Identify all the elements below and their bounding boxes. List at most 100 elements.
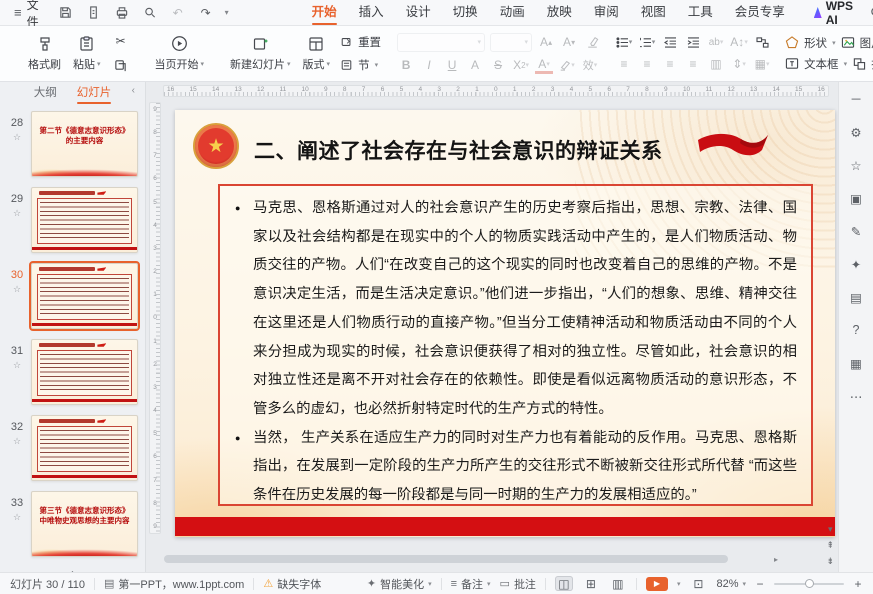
tab-会员专享[interactable]: 会员专享 bbox=[724, 0, 796, 25]
horizontal-scrollbar[interactable] bbox=[164, 555, 764, 563]
textbox-button[interactable]: 文本框▾ bbox=[785, 56, 847, 72]
template-icon[interactable]: ▦ bbox=[846, 354, 866, 372]
strikethrough-button[interactable]: S bbox=[489, 57, 507, 74]
tab-设计[interactable]: 设计 bbox=[395, 0, 442, 25]
zoom-slider-handle[interactable] bbox=[805, 579, 814, 588]
material-library-icon[interactable]: ▤ bbox=[846, 288, 866, 306]
shapes-button[interactable]: 形状▾ bbox=[785, 35, 836, 51]
picture-button[interactable]: 图片▾ bbox=[841, 35, 873, 51]
thumbnail-preview[interactable] bbox=[31, 415, 138, 481]
highlight-button[interactable]: ▾ bbox=[558, 57, 576, 74]
tab-工具[interactable]: 工具 bbox=[677, 0, 724, 25]
justify-button[interactable]: ≡ bbox=[684, 56, 702, 73]
clear-format-button[interactable] bbox=[583, 34, 601, 51]
scroll-down-icon[interactable]: ▾ bbox=[828, 524, 833, 535]
tab-放映[interactable]: 放映 bbox=[536, 0, 583, 25]
numbered-list-button[interactable]: ▾ bbox=[638, 34, 656, 51]
copy-button[interactable] bbox=[111, 57, 131, 74]
distribute-button[interactable]: ▥ bbox=[707, 56, 725, 73]
reading-view-button[interactable]: ▥ bbox=[609, 576, 627, 591]
slide-title[interactable]: 二、阐述了社会存在与社会意识的辩证关系 bbox=[254, 135, 663, 165]
zoom-level[interactable]: 82%▾ bbox=[716, 578, 746, 590]
vertical-ruler[interactable]: 9876543210123456789 bbox=[149, 102, 161, 534]
thumbnail-preview[interactable] bbox=[31, 187, 138, 253]
comment-button[interactable]: ▭批注 bbox=[500, 576, 536, 592]
tab-插入[interactable]: 插入 bbox=[348, 0, 395, 25]
text-effects-button[interactable]: 效▾ bbox=[581, 57, 599, 74]
font-color-button[interactable]: A▾ bbox=[535, 57, 553, 74]
more-icon[interactable]: ⋯ bbox=[846, 387, 866, 405]
print-button[interactable] bbox=[113, 4, 131, 22]
align-center-button[interactable]: ≡ bbox=[638, 56, 656, 73]
tab-开始[interactable]: 开始 bbox=[301, 0, 348, 25]
collapse-pane-icon[interactable]: ─ bbox=[846, 90, 866, 108]
redo-button[interactable]: ↷ bbox=[197, 4, 215, 22]
template-source[interactable]: ▤ 第一PPT，www.1ppt.com bbox=[104, 576, 244, 592]
slide-text-box[interactable]: 马克思、恩格斯通过对人的社会意识产生的历史考察后指出，思想、宗教、法律、国家以及… bbox=[218, 184, 813, 506]
wps-ai-button[interactable]: WPS AI bbox=[808, 0, 862, 27]
slide-thumbnail-32[interactable]: 32☆ bbox=[0, 412, 145, 488]
paste-button[interactable]: 粘贴▾ bbox=[67, 29, 107, 77]
bold-button[interactable]: B bbox=[397, 57, 415, 74]
scroll-right-icon[interactable]: ▸ bbox=[774, 555, 778, 564]
superscript-button[interactable]: X2▾ bbox=[512, 57, 530, 74]
thumbnail-preview[interactable] bbox=[31, 339, 138, 405]
text-direction-button[interactable]: ab▾ bbox=[707, 34, 725, 51]
slide-thumbnail-30[interactable]: 30☆ bbox=[0, 260, 145, 336]
slide-thumbnail-29[interactable]: 29☆ bbox=[0, 184, 145, 260]
font-family-select[interactable] bbox=[397, 33, 485, 52]
line-spacing-button[interactable]: ⇕▾ bbox=[730, 56, 748, 73]
section-button[interactable]: 节▾ bbox=[340, 57, 381, 73]
animation-icon[interactable]: ✎ bbox=[846, 222, 866, 240]
fit-slide-button[interactable]: ⊡ bbox=[689, 576, 707, 591]
scrollbar-thumb[interactable] bbox=[164, 555, 728, 563]
thumbnail-preview[interactable] bbox=[31, 263, 138, 329]
normal-view-button[interactable]: ◫ bbox=[555, 576, 573, 591]
convert-smartart-button[interactable] bbox=[753, 34, 771, 51]
tab-动画[interactable]: 动画 bbox=[489, 0, 536, 25]
undo-button[interactable]: ↶ bbox=[169, 4, 187, 22]
chevron-down-icon[interactable]: ▾ bbox=[677, 580, 681, 588]
character-spacing-button[interactable]: A bbox=[466, 57, 484, 74]
tab-slides[interactable]: 幻灯片 bbox=[77, 82, 112, 104]
tab-outline[interactable]: 大纲 bbox=[34, 82, 57, 104]
previous-slide-button[interactable]: ⇞ bbox=[826, 540, 834, 551]
increase-font-button[interactable]: A▴ bbox=[537, 34, 555, 51]
quick-access-more-icon[interactable]: ▾ bbox=[225, 8, 229, 17]
reset-button[interactable]: 重置 bbox=[340, 34, 381, 50]
smart-tools-icon[interactable]: ✦ bbox=[846, 255, 866, 273]
new-slide-button[interactable]: 新建幻灯片▾ bbox=[224, 29, 297, 77]
slideshow-play-button[interactable]: ▶ bbox=[646, 577, 668, 591]
thumbnail-preview[interactable]: 第二节《德意志意识形态》的主要内容 bbox=[31, 111, 138, 177]
help-icon[interactable]: ? bbox=[846, 321, 866, 339]
format-painter-button[interactable]: 格式刷 bbox=[22, 29, 67, 77]
print-preview-button[interactable] bbox=[141, 4, 159, 22]
tab-视图[interactable]: 视图 bbox=[630, 0, 677, 25]
play-from-current-button[interactable]: 当页开始▾ bbox=[149, 29, 211, 77]
align-left-button[interactable]: ≡ bbox=[615, 56, 633, 73]
missing-font-warning[interactable]: ⚠ 缺失字体 bbox=[263, 576, 321, 592]
zoom-out-button[interactable]: − bbox=[755, 577, 765, 591]
zoom-in-button[interactable]: + bbox=[853, 577, 863, 591]
horizontal-ruler[interactable]: 1615141312111098765432101234567891011121… bbox=[163, 85, 829, 97]
effects-icon[interactable]: ☆ bbox=[846, 156, 866, 174]
thumbnail-preview[interactable]: 第三节《德意志意识形态》中唯物史观思想的主要内容 bbox=[31, 491, 138, 557]
underline-button[interactable]: U bbox=[443, 57, 461, 74]
tab-审阅[interactable]: 审阅 bbox=[583, 0, 630, 25]
zoom-slider[interactable] bbox=[774, 583, 844, 585]
beautify-button[interactable]: ✦智能美化▾ bbox=[367, 576, 432, 592]
font-size-select[interactable] bbox=[490, 33, 532, 52]
next-slide-button[interactable]: ⇟ bbox=[826, 556, 834, 567]
tab-切换[interactable]: 切换 bbox=[442, 0, 489, 25]
cut-button[interactable]: ✂ bbox=[111, 33, 131, 50]
notes-button[interactable]: ≡备注▾ bbox=[451, 576, 491, 592]
save-button[interactable] bbox=[57, 4, 75, 22]
decrease-font-button[interactable]: A▾ bbox=[560, 34, 578, 51]
collapse-panel-icon[interactable]: ‹ bbox=[132, 85, 135, 96]
arrange-button[interactable]: 排列▾ bbox=[852, 56, 873, 72]
increase-indent-button[interactable] bbox=[684, 34, 702, 51]
slide-thumbnail-33[interactable]: 33☆第三节《德意志意识形态》中唯物史观思想的主要内容 bbox=[0, 488, 145, 564]
align-right-button[interactable]: ≡ bbox=[661, 56, 679, 73]
properties-icon[interactable]: ⚙ bbox=[846, 123, 866, 141]
columns-button[interactable]: ▦▾ bbox=[753, 56, 771, 73]
